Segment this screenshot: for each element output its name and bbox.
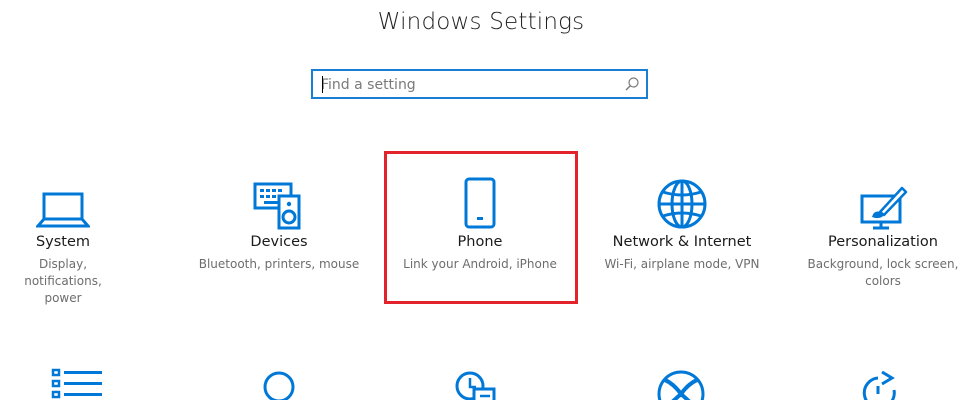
search-input[interactable]: [321, 75, 611, 95]
search-icon[interactable]: [624, 76, 640, 92]
xbox-icon[interactable]: [652, 366, 708, 400]
ease-of-access-icon[interactable]: [852, 366, 908, 400]
keyboard-speaker-icon: [184, 170, 374, 230]
tile-title: Devices: [250, 234, 308, 250]
laptop-icon: [0, 170, 158, 230]
tile-title: Phone: [457, 234, 503, 250]
tile-description: Background, lock screen, colors: [807, 257, 959, 288]
tile-title: Personalization: [828, 234, 938, 250]
tile-title: Network & Internet: [612, 234, 752, 250]
apps-list-icon[interactable]: [50, 366, 106, 400]
search-box[interactable]: [311, 69, 648, 99]
tile-phone[interactable]: Phone Link your Android, iPhone: [385, 170, 575, 300]
globe-icon: [587, 170, 777, 230]
page-title: Windows Settings: [377, 9, 585, 35]
tile-description: Bluetooth, printers, mouse: [198, 257, 360, 271]
tile-description: Wi-Fi, airplane mode, VPN: [604, 257, 760, 271]
phone-icon: [385, 170, 575, 230]
tile-devices[interactable]: Devices Bluetooth, printers, mouse: [184, 170, 374, 300]
text-cursor: [322, 76, 323, 93]
person-icon[interactable]: [252, 366, 308, 400]
tile-personalization[interactable]: Personalization Background, lock screen,…: [788, 170, 970, 300]
paint-brush-icon: [788, 170, 970, 230]
tile-title: System: [35, 234, 91, 250]
tile-network-internet[interactable]: Network & Internet Wi-Fi, airplane mode,…: [587, 170, 777, 300]
time-language-icon[interactable]: [452, 366, 508, 400]
tile-description: Display, notifications, power: [24, 257, 102, 305]
tile-system[interactable]: System Display, notifications, power: [0, 170, 158, 305]
tile-description: Link your Android, iPhone: [403, 257, 557, 271]
